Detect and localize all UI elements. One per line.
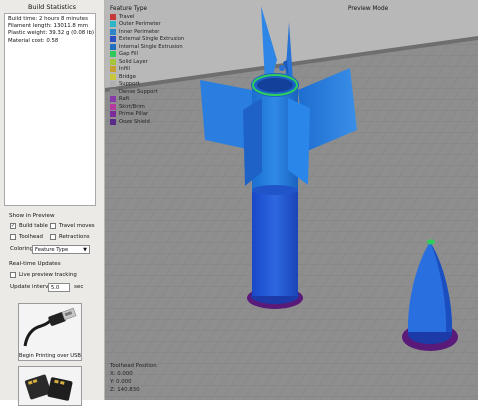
legend-swatch <box>110 96 116 103</box>
legend-item: Bridge <box>110 73 184 81</box>
toolhead-label: Toolhead <box>19 234 43 240</box>
coloring-label: Coloring <box>10 246 34 252</box>
toolhead-checkbox[interactable]: Toolhead <box>10 234 43 240</box>
legend-label: Skirt/Brim <box>119 103 145 110</box>
legend-item: Inner Perimeter <box>110 28 184 36</box>
toolhead-y: Y: 0.000 <box>110 379 132 385</box>
legend-swatch <box>110 118 116 125</box>
retractions-label: Retractions <box>59 234 90 240</box>
stat-plastic-weight: Plastic weight: 39.32 g (0.08 lb) <box>8 30 94 37</box>
usb-cable-icon <box>23 307 77 347</box>
build-table-check-icon: ✓ <box>10 222 16 229</box>
legend-swatch <box>110 88 116 95</box>
legend-label: Prime Pillar <box>119 111 149 118</box>
coloring-select[interactable]: Feature Type ▼ <box>32 245 90 254</box>
legend-item: Support <box>110 81 184 89</box>
retractions-box <box>50 234 56 240</box>
save-to-sd-button[interactable] <box>18 366 82 406</box>
chevron-down-icon: ▼ <box>83 247 87 253</box>
update-interval-input[interactable]: 5.0 <box>48 283 70 292</box>
legend-item: Dense Support <box>110 88 184 96</box>
legend-item: Internal Single Extrusion <box>110 43 184 51</box>
stat-material-cost: Material cost: 0.58 <box>8 37 59 44</box>
build-table-checkbox[interactable]: ✓ Build table <box>10 223 48 229</box>
legend-label: Internal Single Extrusion <box>119 43 183 50</box>
legend-label: Dense Support <box>119 88 158 95</box>
update-interval-unit: sec <box>74 284 84 290</box>
legend-label: Outer Perimeter <box>119 21 161 28</box>
toolhead-title: Toolhead Position <box>110 363 157 369</box>
legend-label: Infill <box>119 66 130 73</box>
coloring-value: Feature Type <box>35 247 69 253</box>
stats-box: Build time: 2 hours 8 minutes Filament l… <box>4 13 96 206</box>
legend-label: Support <box>119 81 140 88</box>
preview-mode-label: Preview Mode <box>348 6 389 12</box>
stat-filament-length: Filament length: 13011.8 mm <box>8 23 89 30</box>
legend-swatch <box>110 66 116 73</box>
legend-label: External Single Extrusion <box>119 36 185 43</box>
legend-item: Infill <box>110 66 184 74</box>
legend-item: Travel <box>110 13 184 21</box>
live-preview-box <box>10 272 16 278</box>
legend-label: Gap Fill <box>119 51 139 58</box>
toolhead-z: Z: 140.830 <box>110 387 140 393</box>
live-preview-checkbox[interactable]: Live preview tracking <box>10 272 77 278</box>
update-interval-label: Update interval <box>10 284 54 290</box>
live-preview-label: Live preview tracking <box>19 272 77 278</box>
legend-label: Raft <box>119 96 130 103</box>
feature-type-legend: Travel Outer Perimeter Inner Perimeter Exte… <box>110 13 184 126</box>
legend-swatch <box>110 43 116 50</box>
travel-moves-box <box>50 223 56 229</box>
legend-label: Travel <box>119 13 135 20</box>
legend-item: Gap Fill <box>110 51 184 59</box>
usb-button-label: Begin Printing over USB <box>19 353 81 359</box>
legend-item: Ooze Shield <box>110 118 184 126</box>
toolhead-box <box>10 234 16 240</box>
build-table-label: Build table <box>19 223 48 229</box>
legend-item: Solid Layer <box>110 58 184 66</box>
legend-item: Prime Pillar <box>110 111 184 119</box>
build-statistics-panel: Build Statistics Build time: 2 hours 8 m… <box>0 0 105 406</box>
legend-swatch <box>110 81 116 88</box>
legend-swatch <box>110 51 116 58</box>
legend-label: Ooze Shield <box>119 118 150 125</box>
legend-swatch <box>110 111 116 118</box>
legend-label: Solid Layer <box>119 58 148 65</box>
panel-title: Build Statistics <box>27 3 77 11</box>
sd-card-icon <box>24 374 73 401</box>
stat-build-time: Build time: 2 hours 8 minutes <box>8 16 88 22</box>
legend-label: Inner Perimeter <box>119 28 160 35</box>
toolhead-x: X: 0.000 <box>110 371 133 377</box>
update-interval-value: 5.0 <box>51 285 60 291</box>
legend-swatch <box>110 21 116 28</box>
legend-swatch <box>110 28 116 35</box>
toolhead-position: Toolhead Position X: 0.000 Y: 0.000 Z: 1… <box>110 362 157 394</box>
legend-swatch <box>110 58 116 65</box>
show-in-preview-label: Show in Preview <box>9 213 55 219</box>
legend-swatch <box>110 36 116 43</box>
realtime-updates-label: Real-time Updates <box>9 261 61 267</box>
retractions-checkbox[interactable]: Retractions <box>50 234 90 240</box>
legend-swatch <box>110 13 116 20</box>
legend-swatch <box>110 103 116 110</box>
legend-item: Outer Perimeter <box>110 21 184 29</box>
travel-moves-checkbox[interactable]: Travel moves <box>50 223 95 229</box>
legend-label: Bridge <box>119 73 136 80</box>
legend-item: Skirt/Brim <box>110 103 184 111</box>
legend-swatch <box>110 73 116 80</box>
legend-title: Feature Type <box>110 6 148 12</box>
legend-item: Raft <box>110 96 184 104</box>
legend-item: External Single Extrusion <box>110 36 184 44</box>
preview-viewport[interactable]: Preview Mode Feature Type Travel Outer Pe… <box>105 0 478 400</box>
travel-moves-label: Travel moves <box>59 223 95 229</box>
begin-printing-usb-button[interactable]: Begin Printing over USB <box>18 303 82 361</box>
